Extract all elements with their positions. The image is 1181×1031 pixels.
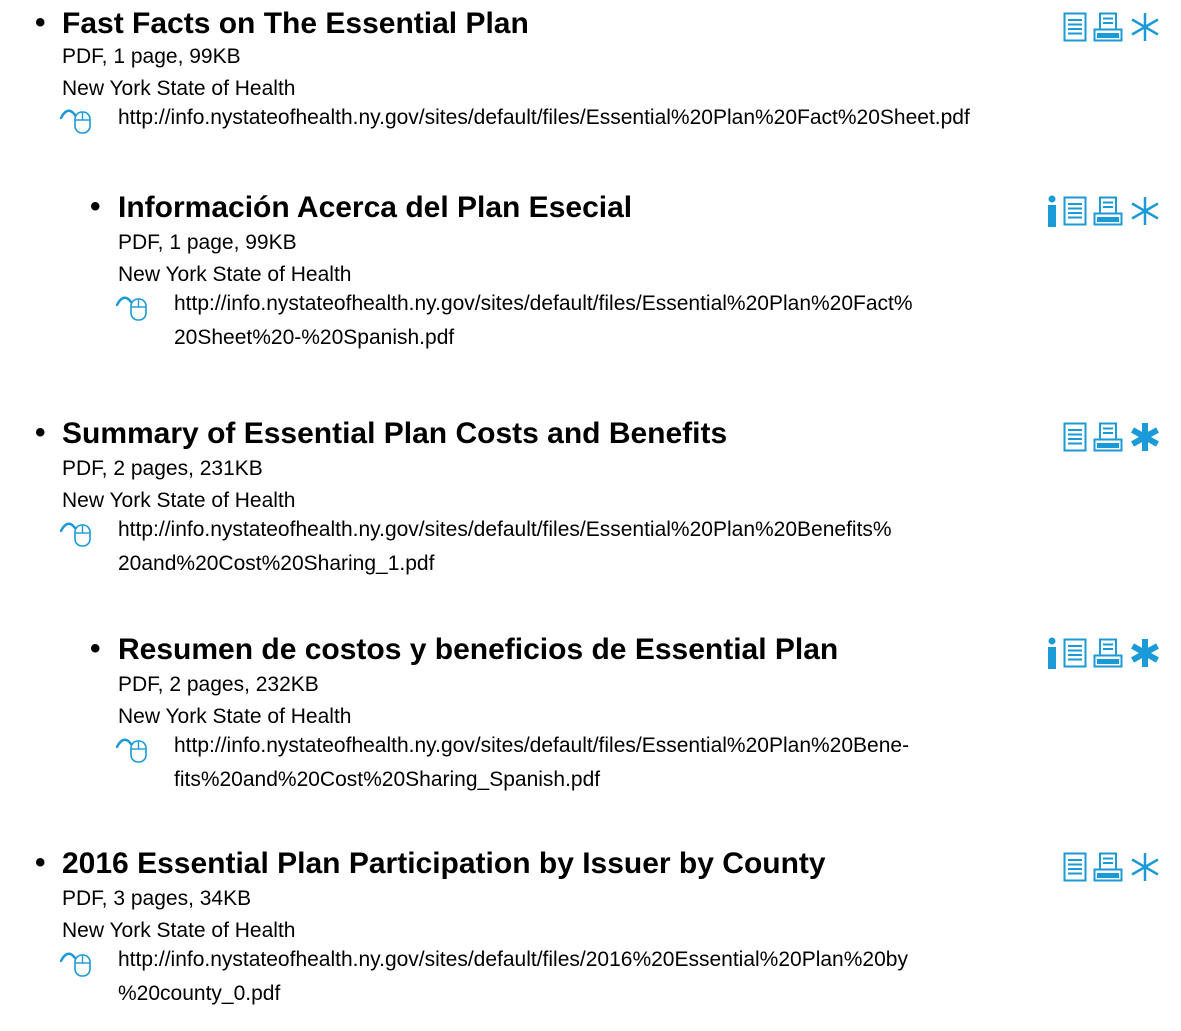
bullet: • bbox=[90, 632, 101, 665]
resource-item: • Summary of Essential Plan Costs and Be… bbox=[0, 416, 1181, 606]
resource-meta: PDF, 1 page, 99KB bbox=[118, 231, 297, 254]
document-icon[interactable] bbox=[1057, 422, 1087, 452]
resource-actions bbox=[1041, 194, 1161, 228]
printer-icon[interactable] bbox=[1087, 12, 1123, 42]
info-icon[interactable] bbox=[1041, 195, 1057, 227]
resource-item: • 2016 Essential Plan Participation by I… bbox=[0, 846, 1181, 1031]
bullet: • bbox=[35, 416, 46, 449]
resource-title[interactable]: 2016 Essential Plan Participation by Iss… bbox=[62, 846, 826, 882]
mouse-link-icon bbox=[115, 293, 150, 321]
mouse-link-icon bbox=[59, 519, 94, 547]
document-icon[interactable] bbox=[1057, 196, 1087, 226]
resource-list: • Fast Facts on The Essential Plan PDF, … bbox=[0, 0, 1181, 1031]
resource-meta: PDF, 3 pages, 34KB bbox=[62, 887, 252, 910]
resource-publisher: New York State of Health bbox=[62, 919, 296, 942]
mouse-link-icon bbox=[59, 106, 94, 134]
resource-actions bbox=[1057, 10, 1161, 44]
asterisk-icon[interactable] bbox=[1123, 852, 1161, 882]
printer-icon[interactable] bbox=[1087, 638, 1123, 668]
resource-item: • Fast Facts on The Essential Plan PDF, … bbox=[0, 6, 1181, 156]
asterisk-icon[interactable] bbox=[1123, 12, 1161, 42]
printer-icon[interactable] bbox=[1087, 422, 1123, 452]
resource-actions bbox=[1057, 420, 1161, 454]
resource-publisher: New York State of Health bbox=[62, 489, 296, 512]
resource-url-line[interactable]: 20Sheet%20-%20Spanish.pdf bbox=[174, 322, 454, 354]
resource-meta: PDF, 1 page, 99KB bbox=[62, 45, 241, 68]
bullet: • bbox=[90, 190, 101, 223]
asterisk-icon[interactable] bbox=[1123, 196, 1161, 226]
resource-title[interactable]: Fast Facts on The Essential Plan bbox=[62, 6, 529, 42]
info-icon[interactable] bbox=[1041, 637, 1057, 669]
printer-icon[interactable] bbox=[1087, 196, 1123, 226]
resource-url-line[interactable]: fits%20and%20Cost%20Sharing_Spanish.pdf bbox=[174, 764, 600, 796]
resource-publisher: New York State of Health bbox=[118, 263, 352, 286]
bullet: • bbox=[35, 6, 46, 39]
printer-icon[interactable] bbox=[1087, 852, 1123, 882]
document-icon[interactable] bbox=[1057, 638, 1087, 668]
document-icon[interactable] bbox=[1057, 852, 1087, 882]
resource-url-line[interactable]: http://info.nystateofhealth.ny.gov/sites… bbox=[118, 944, 908, 976]
resource-meta: PDF, 2 pages, 232KB bbox=[118, 673, 319, 696]
resource-item: • Información Acerca del Plan Esecial PD… bbox=[0, 190, 1181, 380]
resource-url-line[interactable]: 20and%20Cost%20Sharing_1.pdf bbox=[118, 548, 434, 580]
resource-title[interactable]: Summary of Essential Plan Costs and Bene… bbox=[62, 416, 727, 452]
resource-url-line[interactable]: %20county_0.pdf bbox=[118, 978, 280, 1010]
resource-publisher: New York State of Health bbox=[62, 77, 296, 100]
resource-title[interactable]: Resumen de costos y beneficios de Essent… bbox=[118, 632, 838, 668]
resource-item: • Resumen de costos y beneficios de Esse… bbox=[0, 632, 1181, 822]
resource-url-line[interactable]: http://info.nystateofhealth.ny.gov/sites… bbox=[174, 730, 909, 762]
resource-url-line[interactable]: http://info.nystateofhealth.ny.gov/sites… bbox=[174, 288, 913, 320]
resource-publisher: New York State of Health bbox=[118, 705, 352, 728]
asterisk-bold-icon[interactable] bbox=[1123, 422, 1161, 452]
resource-actions bbox=[1057, 850, 1161, 884]
resource-title[interactable]: Información Acerca del Plan Esecial bbox=[118, 190, 632, 226]
bullet: • bbox=[35, 846, 46, 879]
resource-actions bbox=[1041, 636, 1161, 670]
mouse-link-icon bbox=[115, 735, 150, 763]
resource-url-line[interactable]: http://info.nystateofhealth.ny.gov/sites… bbox=[118, 102, 970, 134]
mouse-link-icon bbox=[59, 949, 94, 977]
document-icon[interactable] bbox=[1057, 12, 1087, 42]
resource-url-line[interactable]: http://info.nystateofhealth.ny.gov/sites… bbox=[118, 514, 892, 546]
resource-meta: PDF, 2 pages, 231KB bbox=[62, 457, 263, 480]
asterisk-bold-icon[interactable] bbox=[1123, 638, 1161, 668]
